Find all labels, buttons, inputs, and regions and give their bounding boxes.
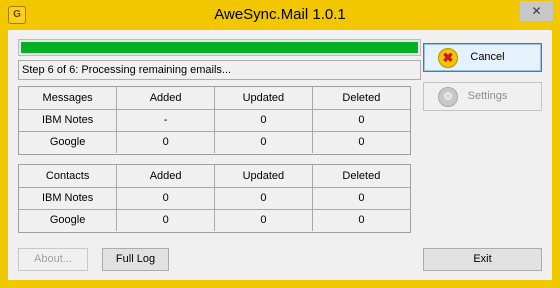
app-window: G AweSync.Mail 1.0.1 ✕ Step 6 of 6: Proc… bbox=[0, 0, 560, 288]
table-cell: 0 bbox=[214, 209, 313, 231]
about-button[interactable]: About... bbox=[18, 248, 88, 271]
table-row: IBM Notes - 0 0 bbox=[19, 109, 410, 132]
table-cell: - bbox=[116, 109, 215, 132]
column-header: Added bbox=[116, 165, 215, 188]
table-header-row: Contacts Added Updated Deleted bbox=[19, 165, 410, 188]
table-cell: 0 bbox=[312, 187, 410, 210]
status-text: Step 6 of 6: Processing remaining emails… bbox=[18, 60, 421, 80]
progress-bar bbox=[18, 39, 421, 56]
column-header: Messages bbox=[19, 87, 118, 110]
column-header: Deleted bbox=[312, 87, 410, 110]
column-header: Deleted bbox=[312, 165, 410, 188]
table-cell: 0 bbox=[358, 136, 365, 149]
column-header: Contacts bbox=[19, 165, 118, 188]
progress-fill bbox=[21, 42, 418, 53]
full-log-button[interactable]: Full Log bbox=[102, 248, 169, 271]
table-cell: 0 bbox=[358, 214, 365, 227]
client-area: Step 6 of 6: Processing remaining emails… bbox=[8, 30, 552, 280]
table-cell: 0 bbox=[116, 187, 215, 210]
table-cell: 0 bbox=[116, 131, 215, 153]
table-cell: 0 bbox=[214, 109, 313, 132]
table-cell: 0 bbox=[214, 131, 313, 153]
table-row: Google 0 0 0 bbox=[19, 209, 410, 231]
title-bar: G AweSync.Mail 1.0.1 ✕ bbox=[0, 0, 560, 30]
table-cell: 0 bbox=[116, 209, 215, 231]
table-row: Google 0 0 0 bbox=[19, 131, 410, 153]
contacts-table: Contacts Added Updated Deleted IBM Notes… bbox=[18, 164, 411, 233]
column-header: Updated bbox=[214, 87, 313, 110]
table-cell: 0 bbox=[312, 109, 410, 132]
table-cell: Google bbox=[19, 131, 118, 153]
table-header-row: Messages Added Updated Deleted bbox=[19, 87, 410, 110]
settings-button[interactable]: ⚙ Settings bbox=[423, 82, 542, 111]
column-header: Added bbox=[116, 87, 215, 110]
settings-icon: ⚙ bbox=[438, 87, 458, 107]
cancel-icon: ✖ bbox=[438, 48, 458, 68]
table-cell: 0 bbox=[214, 187, 313, 210]
settings-label: Settings bbox=[467, 90, 508, 102]
window-title: AweSync.Mail 1.0.1 bbox=[214, 6, 346, 23]
close-button[interactable]: ✕ bbox=[520, 1, 553, 21]
table-cell: IBM Notes bbox=[19, 187, 118, 210]
messages-table: Messages Added Updated Deleted IBM Notes… bbox=[18, 86, 411, 155]
table-row: IBM Notes 0 0 0 bbox=[19, 187, 410, 210]
table-cell: IBM Notes bbox=[19, 109, 118, 132]
close-icon: ✕ bbox=[531, 4, 542, 18]
exit-button[interactable]: Exit bbox=[423, 248, 542, 271]
cancel-button[interactable]: ✖ Cancel bbox=[423, 43, 542, 72]
cancel-label: Cancel bbox=[470, 51, 505, 63]
column-header: Updated bbox=[214, 165, 313, 188]
table-cell: Google bbox=[19, 209, 118, 231]
